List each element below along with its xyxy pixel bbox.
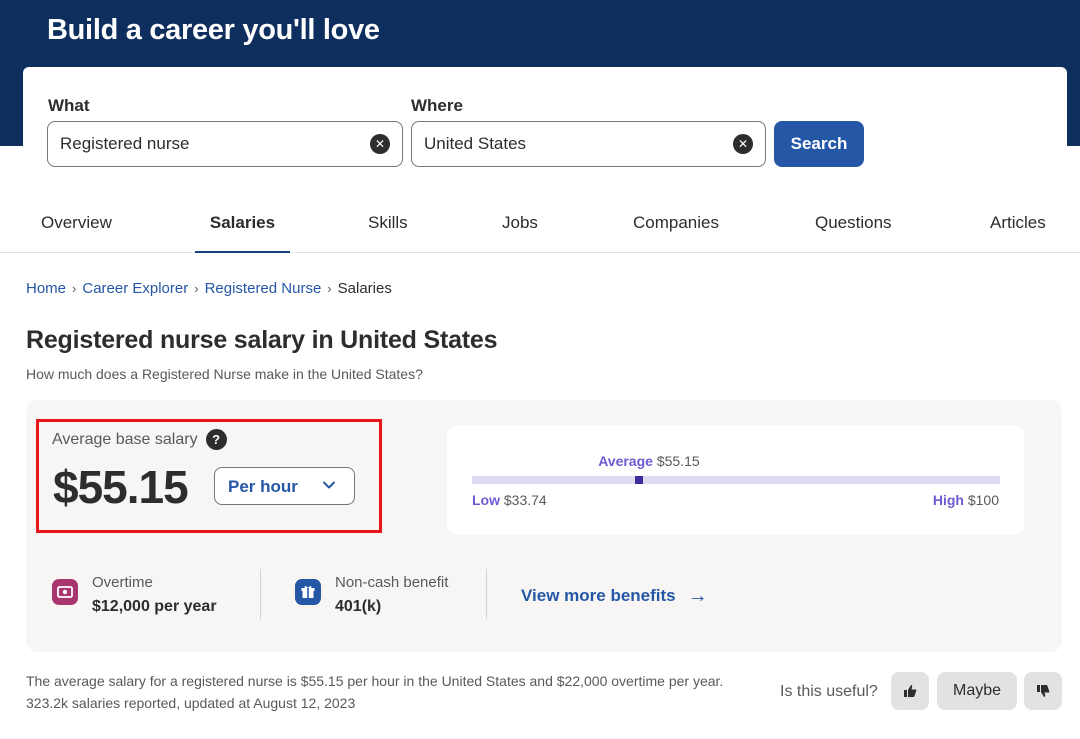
chevron-right-icon: › xyxy=(72,281,77,296)
thumbs-down-icon xyxy=(1037,685,1050,697)
salary-average-marker xyxy=(635,476,644,484)
clear-where-icon[interactable]: ✕ xyxy=(733,134,753,154)
pay-period-selected: Per hour xyxy=(228,477,298,496)
page-subtitle: How much does a Registered Nurse make in… xyxy=(26,366,423,382)
overtime-label: Overtime xyxy=(92,574,153,591)
where-label: Where xyxy=(411,96,463,115)
maybe-button[interactable]: Maybe xyxy=(937,672,1017,710)
tab-skills[interactable]: Skills xyxy=(368,196,408,253)
view-more-benefits-link[interactable]: View more benefits → xyxy=(521,586,708,606)
view-more-benefits-label: View more benefits xyxy=(521,586,676,605)
tab-jobs[interactable]: Jobs xyxy=(502,196,538,253)
breadcrumb: Home › Career Explorer › Registered Nurs… xyxy=(26,280,392,297)
non-cash-benefit-label: Non-cash benefit xyxy=(335,574,449,591)
tab-overview[interactable]: Overview xyxy=(41,196,112,253)
range-low-label: Low xyxy=(472,492,500,508)
gift-icon xyxy=(295,579,321,605)
range-high-value: $100 xyxy=(967,492,999,508)
benefit-overtime: Overtime $12,000 per year xyxy=(52,574,217,616)
non-cash-benefit-value: 401(k) xyxy=(335,598,382,615)
tab-salaries[interactable]: Salaries xyxy=(195,196,290,253)
thumbs-up-icon xyxy=(904,685,917,697)
benefit-non-cash: Non-cash benefit 401(k) xyxy=(295,574,448,616)
breadcrumb-registered-nurse[interactable]: Registered Nurse xyxy=(205,280,322,297)
help-icon[interactable]: ? xyxy=(205,429,227,450)
range-average: Average $55.15 xyxy=(598,453,699,469)
divider xyxy=(260,569,261,619)
breadcrumb-home[interactable]: Home xyxy=(26,280,66,297)
what-field[interactable]: ✕ xyxy=(47,121,403,167)
chevron-down-icon xyxy=(323,481,335,489)
average-salary-value: $55.15 xyxy=(53,461,189,513)
pay-period-dropdown[interactable]: Per hour xyxy=(214,467,355,505)
range-high-label: High xyxy=(932,492,964,508)
hero-title: Build a career you'll love xyxy=(47,14,380,46)
what-input[interactable] xyxy=(60,122,350,166)
range-average-value: $55.15 xyxy=(656,453,700,469)
average-salary-heading: Average base salary ? xyxy=(52,429,227,450)
where-field[interactable]: ✕ xyxy=(411,121,766,167)
range-high: High $100 xyxy=(933,492,999,508)
arrow-right-icon: → xyxy=(687,585,708,607)
divider xyxy=(486,569,487,619)
overtime-value: $12,000 per year xyxy=(92,598,217,615)
where-input[interactable] xyxy=(424,122,714,166)
feedback-question: Is this useful? xyxy=(780,683,878,700)
average-salary-label: Average base salary xyxy=(52,430,198,448)
salary-range-track xyxy=(472,476,1000,484)
salary-summary: The average salary for a registered nurs… xyxy=(26,673,724,711)
range-average-label: Average xyxy=(598,453,653,469)
chevron-right-icon: › xyxy=(327,281,332,296)
breadcrumb-current: Salaries xyxy=(337,280,392,297)
range-low: Low $33.74 xyxy=(472,492,547,508)
range-low-value: $33.74 xyxy=(503,492,547,508)
career-tabs: Overview Salaries Skills Jobs Companies … xyxy=(0,196,1080,253)
chevron-right-icon: › xyxy=(194,281,199,296)
tab-companies[interactable]: Companies xyxy=(633,196,719,253)
breadcrumb-career-explorer[interactable]: Career Explorer xyxy=(82,280,188,297)
search-card: What ✕ Where ✕ Search xyxy=(23,67,1067,187)
what-label: What xyxy=(48,96,90,115)
thumbs-up-button[interactable] xyxy=(891,672,929,710)
cash-icon xyxy=(52,579,78,605)
search-button[interactable]: Search xyxy=(774,121,864,167)
page-title: Registered nurse salary in United States xyxy=(26,326,498,354)
tab-articles[interactable]: Articles xyxy=(990,196,1046,253)
tab-questions[interactable]: Questions xyxy=(815,196,892,253)
clear-what-icon[interactable]: ✕ xyxy=(370,134,390,154)
thumbs-down-button[interactable] xyxy=(1024,672,1062,710)
salary-range-card: Average $55.15 Low $33.74 High $100 xyxy=(447,425,1024,535)
